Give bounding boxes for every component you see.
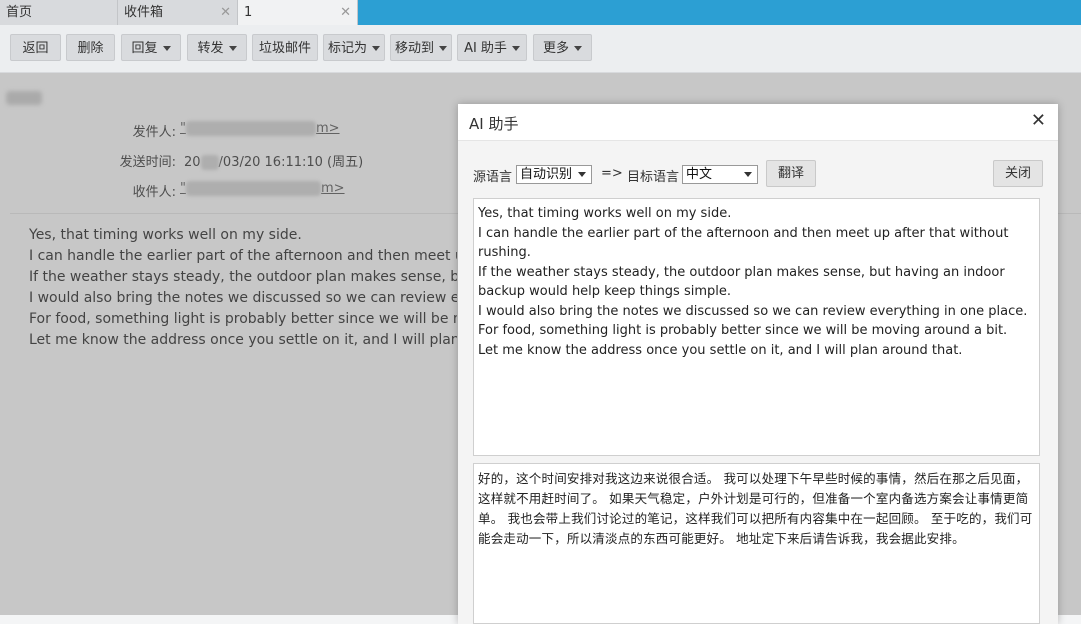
source-lang-label: 源语言 [473,170,513,185]
reply-button[interactable]: 回复 [121,34,181,61]
reply-label: 回复 [131,41,158,56]
arrow-text: => [601,166,623,181]
chevron-down-icon [162,46,171,51]
back-label: 返回 [22,41,49,56]
dialog-title: AI 助手 [469,115,519,133]
chevron-down-icon [744,172,752,177]
mark-as-label: 标记为 [327,41,367,56]
tab-bar: 首页 收件箱 ✕ 1 ✕ [0,0,1081,25]
back-button[interactable]: 返回 [10,34,61,61]
forward-button[interactable]: 转发 [187,34,247,61]
target-lang-value: 中文 [686,167,713,182]
mark-as-button[interactable]: 标记为 [323,34,385,61]
source-line: If the weather stays steady, the outdoor… [478,264,1005,300]
source-line: I would also bring the notes we discusse… [478,303,1028,319]
tab-mail-1[interactable]: 1 ✕ [238,0,358,25]
source-line: Yes, that timing works well on my side. [478,206,732,221]
spam-label: 垃圾邮件 [258,41,311,56]
spam-button[interactable]: 垃圾邮件 [252,34,318,61]
chevron-down-icon [372,46,380,51]
close-button[interactable]: 关闭 [993,160,1043,187]
source-line: Let me know the address once you settle … [478,342,963,358]
close-icon[interactable]: ✕ [340,0,351,25]
mail-toolbar: 返回 删除 回复 转发 垃圾邮件 标记为 移动到 AI 助手 更多 [0,25,1081,73]
source-lang-select[interactable]: 自动识别 [516,165,592,184]
source-line: For food, something light is probably be… [478,323,1008,338]
source-text-area[interactable]: Yes, that timing works well on my side. … [473,198,1040,456]
tab-home[interactable]: 首页 [0,0,118,25]
translate-label: 翻译 [777,166,804,181]
close-label: 关闭 [1004,166,1031,181]
tab-inbox[interactable]: 收件箱 ✕ [118,0,238,25]
dialog-header: AI 助手 ✕ [458,104,1058,141]
target-lang-label: 目标语言 [627,170,680,185]
translated-text-area[interactable]: 好的，这个时间安排对我这边来说很合适。 我可以处理下午早些时候的事情，然后在那之… [473,463,1040,624]
ai-assistant-label: AI 助手 [464,41,507,56]
chevron-down-icon [574,46,582,51]
target-lang-select[interactable]: 中文 [682,165,758,184]
ai-assistant-dialog: AI 助手 ✕ 源语言 自动识别 => 目标语言 中文 翻译 关闭 Yes, t… [458,104,1058,624]
delete-button[interactable]: 删除 [66,34,115,61]
source-lang-value: 自动识别 [520,167,573,182]
ai-assistant-button[interactable]: AI 助手 [457,34,527,61]
forward-label: 转发 [197,41,224,56]
chevron-down-icon [578,172,586,177]
source-line: I can handle the earlier part of the aft… [478,225,1009,261]
more-label: 更多 [542,41,569,56]
translated-text: 好的，这个时间安排对我这边来说很合适。 我可以处理下午早些时候的事情，然后在那之… [478,471,1033,546]
move-to-label: 移动到 [394,41,434,56]
move-to-button[interactable]: 移动到 [390,34,452,61]
delete-label: 删除 [77,41,104,56]
tab-label: 1 [244,5,253,20]
chevron-down-icon [228,46,237,51]
chevron-down-icon [511,46,520,51]
close-icon[interactable]: ✕ [1031,110,1046,131]
translate-button[interactable]: 翻译 [766,160,816,187]
tab-label: 收件箱 [124,5,164,20]
close-icon[interactable]: ✕ [220,0,231,25]
more-button[interactable]: 更多 [533,34,592,61]
chevron-down-icon [439,46,447,51]
tab-label: 首页 [6,5,33,20]
